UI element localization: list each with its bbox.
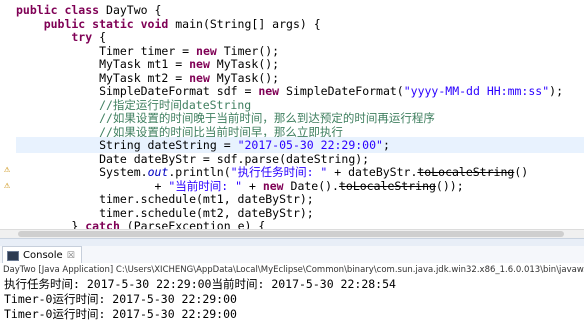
console-launch-status: DayTwo [Java Application] C:\Users\XICHE…	[0, 263, 584, 277]
code-token: ()	[514, 165, 529, 179]
close-icon[interactable]: ☒	[67, 251, 75, 261]
code-token: main(String[] args) {	[175, 16, 321, 31]
console-output-line: Timer-0运行时间: 2017-5-30 22:29:00	[4, 292, 237, 306]
console-output[interactable]: 执行任务时间: 2017-5-30 22:29:00当前时间: 2017-5-3…	[0, 277, 584, 323]
console-output-line: 执行任务时间: 2017-5-30 22:29:00当前时间: 2017-5-3…	[4, 277, 396, 291]
code-token: toLocaleString	[338, 178, 436, 193]
console-tabbar: Console ☒	[0, 246, 584, 264]
code-editor[interactable]: ⚠ ⚠ public class DayTwo { public static …	[0, 0, 584, 238]
code-token: );	[549, 84, 563, 98]
code-area[interactable]: public class DayTwo { public static void…	[0, 0, 584, 238]
code-token: ());	[435, 178, 464, 193]
scrollbar-thumb[interactable]	[18, 231, 564, 237]
code-token: ;	[382, 138, 390, 152]
console-output-line: Timer-0运行时间: 2017-5-30 22:29:00	[4, 307, 237, 321]
tab-console[interactable]: Console ☒	[2, 246, 82, 264]
horizontal-scrollbar[interactable]	[0, 229, 584, 238]
code-token: SimpleDateFormat(	[286, 84, 404, 98]
code-token: new	[258, 84, 287, 98]
code-token: "yyyy-MM-dd HH:mm:ss"	[403, 84, 550, 98]
console-tab-label: Console	[23, 250, 63, 261]
console-icon	[7, 250, 19, 261]
